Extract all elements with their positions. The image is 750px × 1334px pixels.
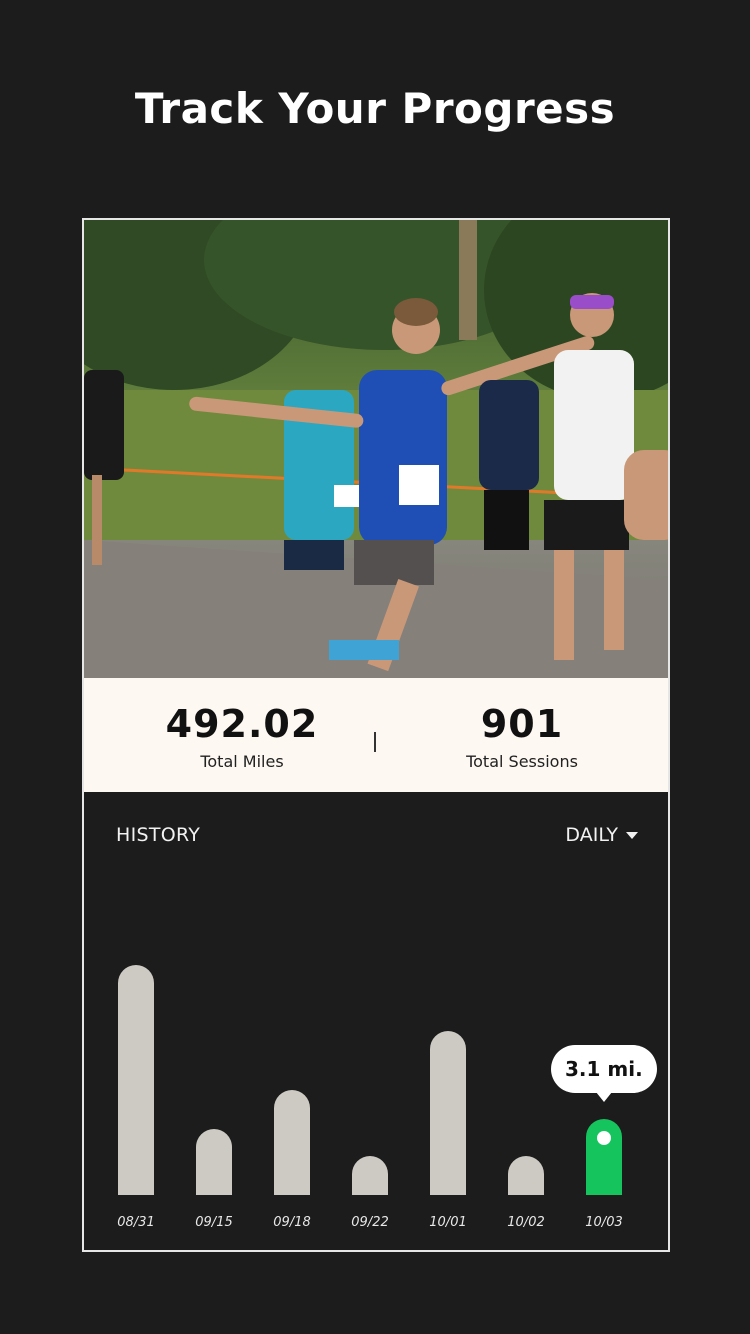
total-miles-stat: 492.02 Total Miles xyxy=(96,678,388,792)
total-miles-label: Total Miles xyxy=(200,752,284,771)
x-axis-label: 09/22 xyxy=(351,1215,389,1230)
runner-photo xyxy=(84,220,668,678)
bar[interactable] xyxy=(352,1156,388,1195)
x-axis-label: 08/31 xyxy=(117,1215,155,1230)
x-axis-label: 09/15 xyxy=(195,1215,233,1230)
x-axis-label: 10/03 xyxy=(585,1215,623,1230)
tooltip-tail xyxy=(596,1092,612,1102)
x-axis-label: 09/18 xyxy=(273,1215,311,1230)
bar[interactable] xyxy=(274,1090,310,1195)
period-dropdown[interactable]: DAILY xyxy=(565,824,638,846)
caret-down-icon xyxy=(626,831,638,839)
x-axis-label: 10/01 xyxy=(429,1215,467,1230)
total-sessions-stat: 901 Total Sessions xyxy=(376,678,668,792)
bar[interactable] xyxy=(118,965,154,1195)
total-sessions-label: Total Sessions xyxy=(466,752,578,771)
period-dropdown-label: DAILY xyxy=(565,824,618,846)
history-title: HISTORY xyxy=(116,824,201,846)
selected-bar-dot xyxy=(597,1131,611,1145)
x-axis-label: 10/02 xyxy=(507,1215,545,1230)
history-bar-chart: 08/31 09/15 09/18 09/22 10/01 10/02 3.1 mi. 10/… xyxy=(84,880,668,1250)
bar[interactable] xyxy=(196,1129,232,1195)
total-miles-value: 492.02 xyxy=(165,702,319,746)
bar[interactable] xyxy=(508,1156,544,1195)
headline: Track Your Progress xyxy=(134,84,616,133)
stats-panel: 492.02 Total Miles 901 Total Sessions xyxy=(84,678,668,792)
app-screen: 492.02 Total Miles 901 Total Sessions HI… xyxy=(82,218,670,1252)
value-tooltip: 3.1 mi. xyxy=(551,1045,657,1093)
photo-illustration xyxy=(84,220,668,678)
bar[interactable] xyxy=(430,1031,466,1195)
total-sessions-value: 901 xyxy=(480,702,564,746)
